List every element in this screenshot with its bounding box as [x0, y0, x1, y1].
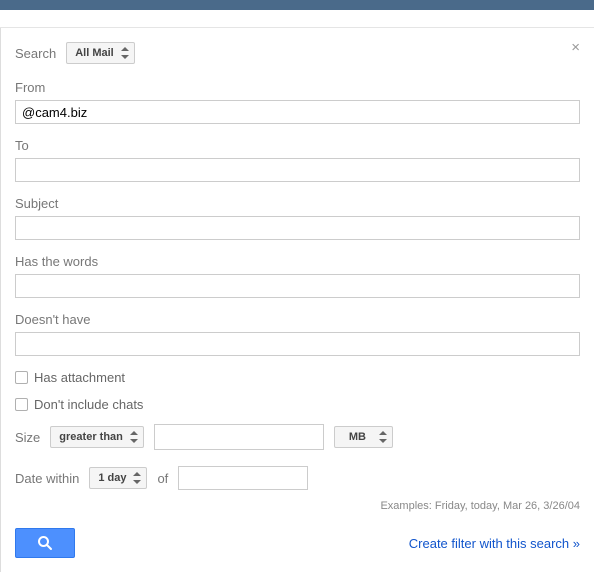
to-input[interactable] — [15, 158, 580, 182]
date-input[interactable] — [178, 466, 308, 490]
has-words-input[interactable] — [15, 274, 580, 298]
search-scope-row: Search All Mail — [15, 42, 580, 64]
dont-include-chats-label: Don't include chats — [34, 397, 143, 412]
size-operator-select[interactable]: greater than — [50, 426, 144, 448]
subject-input[interactable] — [15, 216, 580, 240]
doesnt-have-field-group: Doesn't have — [15, 312, 580, 356]
close-icon[interactable]: × — [571, 40, 580, 55]
date-examples-text: Examples: Friday, today, Mar 26, 3/26/04 — [15, 500, 580, 512]
has-words-field-group: Has the words — [15, 254, 580, 298]
date-row: Date within 1 day of — [15, 466, 580, 490]
chevron-updown-icon — [121, 47, 129, 59]
chevron-updown-icon — [133, 472, 141, 484]
size-unit-select[interactable]: MB — [334, 426, 393, 448]
search-scope-select[interactable]: All Mail — [66, 42, 135, 64]
from-input[interactable] — [15, 100, 580, 124]
from-label: From — [15, 80, 580, 95]
from-field-group: From — [15, 80, 580, 124]
subject-field-group: Subject — [15, 196, 580, 240]
create-filter-link[interactable]: Create filter with this search » — [409, 536, 580, 551]
search-options-panel: × Search All Mail From To Subject Has th… — [0, 28, 594, 572]
chevron-updown-icon — [379, 431, 387, 443]
search-label: Search — [15, 46, 56, 61]
of-label: of — [157, 471, 168, 486]
size-label: Size — [15, 430, 40, 445]
search-icon — [37, 535, 53, 551]
toolbar-strip — [0, 10, 594, 28]
has-attachment-checkbox[interactable] — [15, 371, 28, 384]
size-value-input[interactable] — [154, 424, 324, 450]
date-range-value: 1 day — [98, 472, 126, 484]
to-field-group: To — [15, 138, 580, 182]
size-row: Size greater than MB — [15, 424, 580, 450]
has-attachment-row: Has attachment — [15, 370, 580, 385]
chevron-updown-icon — [130, 431, 138, 443]
search-button[interactable] — [15, 528, 75, 558]
footer-row: Create filter with this search » — [15, 528, 580, 558]
to-label: To — [15, 138, 580, 153]
doesnt-have-input[interactable] — [15, 332, 580, 356]
dont-include-chats-row: Don't include chats — [15, 397, 580, 412]
window-top-bar — [0, 0, 594, 10]
date-range-select[interactable]: 1 day — [89, 467, 147, 489]
has-attachment-label: Has attachment — [34, 370, 125, 385]
doesnt-have-label: Doesn't have — [15, 312, 580, 327]
date-within-label: Date within — [15, 471, 79, 486]
dont-include-chats-checkbox[interactable] — [15, 398, 28, 411]
subject-label: Subject — [15, 196, 580, 211]
size-operator-value: greater than — [59, 431, 123, 443]
has-words-label: Has the words — [15, 254, 580, 269]
search-scope-value: All Mail — [75, 47, 114, 59]
size-unit-value: MB — [349, 431, 366, 443]
